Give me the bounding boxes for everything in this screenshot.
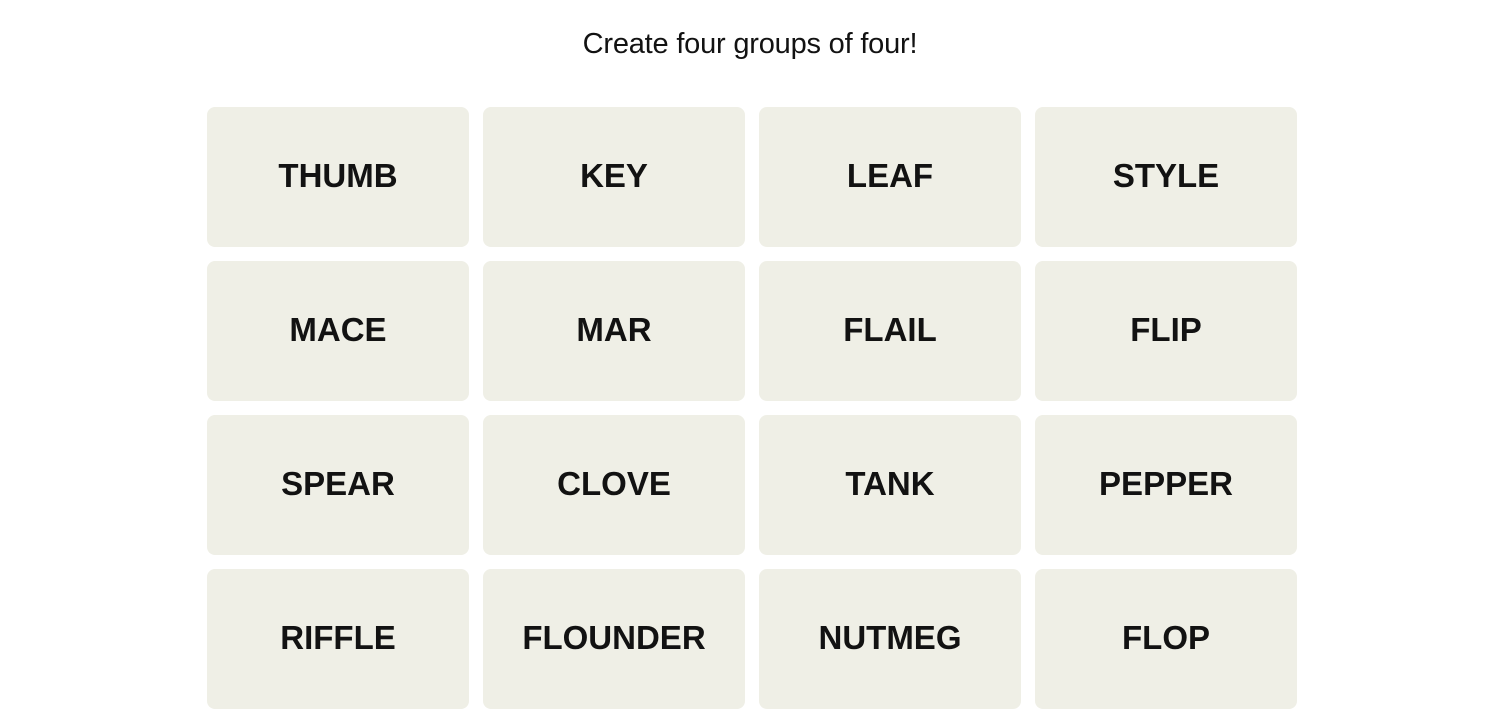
word-tile[interactable]: THUMB <box>207 107 469 247</box>
word-tile[interactable]: MAR <box>483 261 745 401</box>
word-tile[interactable]: TANK <box>759 415 1021 555</box>
word-tile[interactable]: SPEAR <box>207 415 469 555</box>
word-tile[interactable]: PEPPER <box>1035 415 1297 555</box>
word-tile[interactable]: NUTMEG <box>759 569 1021 709</box>
word-tile[interactable]: FLAIL <box>759 261 1021 401</box>
word-tile[interactable]: FLOUNDER <box>483 569 745 709</box>
word-tile[interactable]: KEY <box>483 107 745 247</box>
word-tile[interactable]: LEAF <box>759 107 1021 247</box>
word-tile[interactable]: FLOP <box>1035 569 1297 709</box>
word-tile[interactable]: MACE <box>207 261 469 401</box>
word-tile[interactable]: STYLE <box>1035 107 1297 247</box>
word-tile[interactable]: CLOVE <box>483 415 745 555</box>
word-tile[interactable]: FLIP <box>1035 261 1297 401</box>
word-grid: THUMB KEY LEAF STYLE MACE MAR FLAIL FLIP… <box>207 107 1299 709</box>
game-instructions: Create four groups of four! <box>582 28 918 60</box>
word-tile[interactable]: RIFFLE <box>207 569 469 709</box>
